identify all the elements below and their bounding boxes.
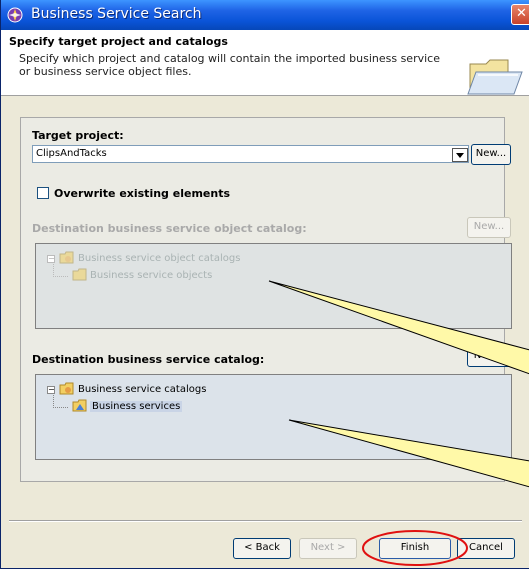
dialog-window: Business Service Search ✕ Specify target… bbox=[0, 0, 529, 569]
annotation-overlay bbox=[268, 280, 529, 566]
finish-highlight-ring bbox=[362, 530, 468, 566]
callout-object-catalog bbox=[268, 280, 529, 375]
callout-service-catalog bbox=[288, 419, 529, 488]
